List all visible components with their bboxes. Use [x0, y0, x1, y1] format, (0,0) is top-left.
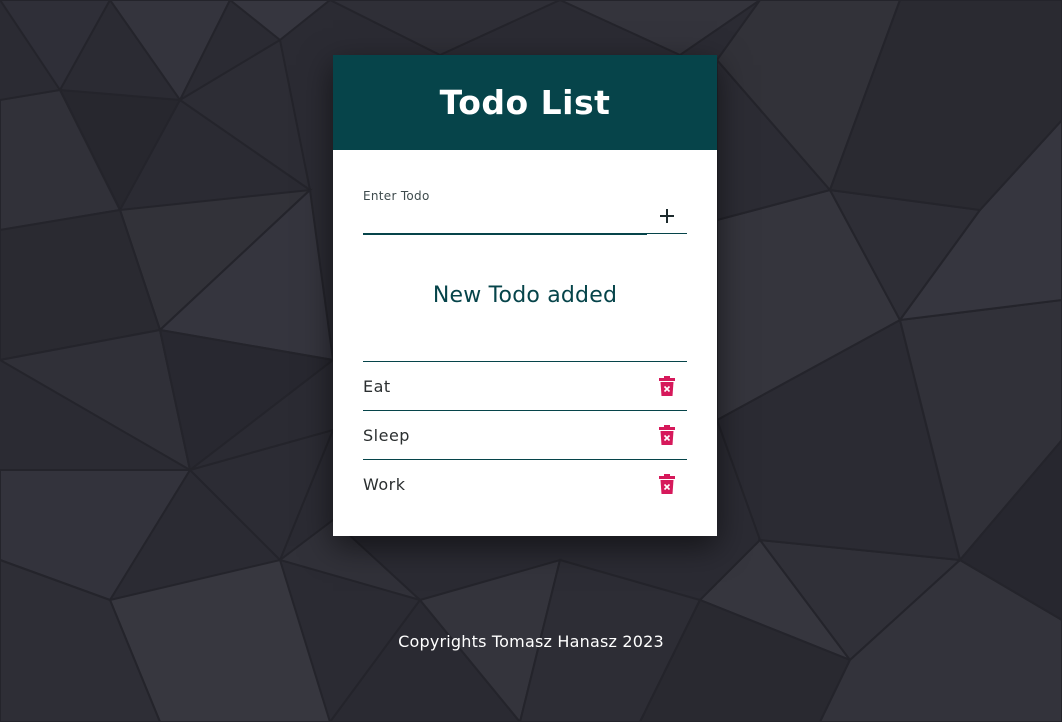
card-header: Todo List [333, 55, 717, 150]
plus-icon [660, 209, 674, 223]
app-title: Todo List [439, 83, 611, 122]
delete-todo-button[interactable] [655, 423, 679, 447]
trash-icon [659, 425, 675, 445]
todo-text: Eat [363, 376, 391, 396]
todo-card: Todo List Enter Todo New Todo added Eat [333, 55, 717, 536]
todo-input[interactable] [363, 207, 647, 235]
todo-item: Sleep [363, 411, 687, 460]
todo-text: Work [363, 474, 406, 494]
todo-text: Sleep [363, 425, 410, 445]
delete-todo-button[interactable] [655, 472, 679, 496]
todo-item: Eat [363, 362, 687, 411]
trash-icon [659, 474, 675, 494]
todo-input-label: Enter Todo [363, 189, 430, 203]
add-todo-button[interactable] [647, 199, 687, 234]
status-message: New Todo added [432, 283, 618, 308]
todo-item: Work [363, 460, 687, 508]
add-todo-form: Enter Todo [363, 185, 687, 237]
todo-list: Eat Sleep Work [363, 361, 687, 508]
trash-icon [659, 376, 675, 396]
delete-todo-button[interactable] [655, 374, 679, 398]
footer-copyright: Copyrights Tomasz Hanasz 2023 [398, 632, 664, 651]
